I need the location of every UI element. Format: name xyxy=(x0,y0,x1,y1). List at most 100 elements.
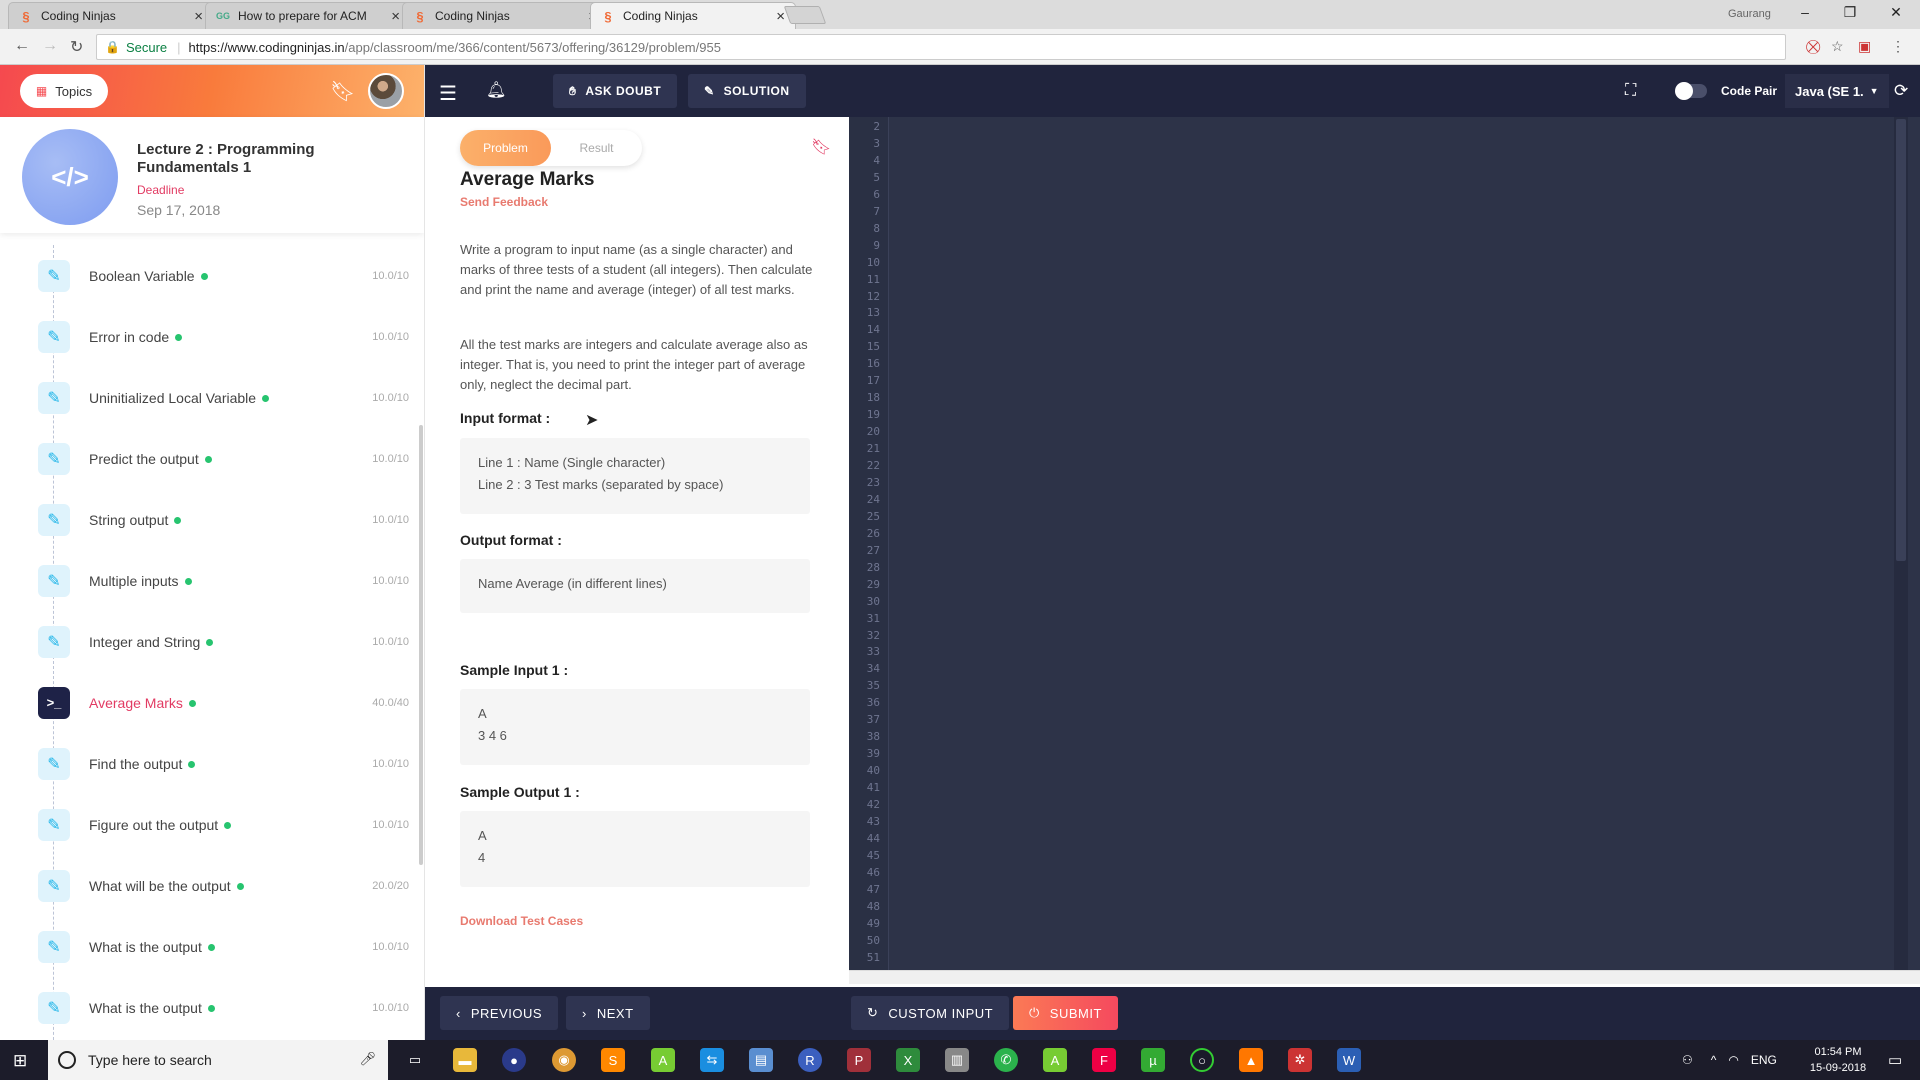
reset-icon[interactable]: ⟳ xyxy=(1894,65,1908,117)
excel-icon[interactable]: X xyxy=(896,1048,920,1072)
android-studio-icon[interactable]: A xyxy=(651,1048,675,1072)
url-field[interactable]: 🔒 Secure | https://www.codingninjas.in/a… xyxy=(96,34,1786,60)
app-icon[interactable]: ✲ xyxy=(1288,1048,1312,1072)
sidebar-problem-item[interactable]: ✎ Multiple inputs 10.0/10 xyxy=(0,550,424,611)
bell-icon[interactable]: 🔔︎ xyxy=(486,80,506,100)
tab-result[interactable]: Result xyxy=(551,130,642,166)
problem-list: ✎ Boolean Variable 10.0/10 ✎ Error in code 10… xyxy=(0,245,424,1040)
taskbar-search[interactable]: Type here to search 🎤︎ xyxy=(48,1040,388,1080)
microphone-icon[interactable]: 🎤︎ xyxy=(359,1051,376,1067)
wifi-icon[interactable]: ◠ xyxy=(1728,1053,1738,1067)
download-test-cases-link[interactable]: Download Test Cases xyxy=(460,914,583,928)
sidebar-problem-item[interactable]: ✎ Error in code 10.0/10 xyxy=(0,306,424,367)
restore-icon[interactable]: ❐ xyxy=(1835,4,1865,21)
chevron-up-icon[interactable]: ^ xyxy=(1711,1053,1717,1067)
close-icon[interactable]: × xyxy=(391,8,400,25)
browser-tab[interactable]: § Coding Ninjas × xyxy=(402,2,608,29)
solution-label: SOLUTION xyxy=(723,84,790,98)
utorrent-icon[interactable]: µ xyxy=(1141,1048,1165,1072)
bookmark-icon[interactable]: 🔖︎ xyxy=(330,79,355,104)
custom-input-button[interactable]: ↻ CUSTOM INPUT xyxy=(851,996,1010,1030)
next-button[interactable]: › NEXT xyxy=(566,996,650,1030)
previous-button[interactable]: ‹ PREVIOUS xyxy=(440,996,559,1030)
chrome-icon[interactable]: ◉ xyxy=(552,1048,576,1072)
pocket-icon[interactable]: ▣ xyxy=(1858,38,1871,55)
box-app-icon[interactable]: ▤ xyxy=(749,1048,773,1072)
language-select[interactable]: Java (SE 1. ▼ xyxy=(1785,65,1889,117)
sidebar-problem-item[interactable]: ✎ Integer and String 10.0/10 xyxy=(0,611,424,672)
extension-icon[interactable]: ⛒ xyxy=(1806,38,1820,55)
app-icon[interactable]: P xyxy=(847,1048,871,1072)
sidebar-problem-item[interactable]: >_ Average Marks 40.0/40 xyxy=(0,672,424,733)
fullscreen-icon[interactable]: ⛶ xyxy=(1625,65,1636,117)
task-view-icon[interactable]: ▭ xyxy=(403,1048,427,1072)
app-icon[interactable]: ○ xyxy=(1190,1048,1214,1072)
windows-start-icon[interactable]: ⊞ xyxy=(13,1051,27,1071)
menu-dots-icon[interactable]: ⋮ xyxy=(1891,38,1905,55)
close-icon[interactable]: × xyxy=(194,8,203,25)
browser-tab-active[interactable]: § Coding Ninjas × xyxy=(590,2,796,29)
star-icon[interactable]: ☆ xyxy=(1831,38,1844,55)
problem-name: Predict the output xyxy=(89,451,212,467)
tab-problem[interactable]: Problem xyxy=(460,130,551,166)
browser-tab[interactable]: § Coding Ninjas × xyxy=(8,2,214,29)
problem-type-icon: ✎ xyxy=(38,442,70,475)
topics-button[interactable]: ▦ Topics xyxy=(20,74,108,108)
whatsapp-icon[interactable]: ✆ xyxy=(994,1048,1018,1072)
word-icon[interactable]: W xyxy=(1337,1048,1361,1072)
file-explorer-icon[interactable]: ▬ xyxy=(453,1048,477,1072)
sidebar-problem-item[interactable]: ✎ String output 10.0/10 xyxy=(0,489,424,550)
line-number: 36 xyxy=(866,696,880,710)
people-icon[interactable]: ⚇ xyxy=(1682,1053,1693,1067)
line-number: 39 xyxy=(866,747,880,761)
date: 15-09-2018 xyxy=(1809,1062,1867,1074)
reload-icon[interactable]: ↻ xyxy=(70,37,83,57)
sidebar-scrollbar[interactable] xyxy=(419,425,423,865)
editor-horizontal-scrollbar[interactable] xyxy=(849,970,1920,984)
vlc-icon[interactable]: ▲ xyxy=(1239,1048,1263,1072)
solution-button[interactable]: ✎ SOLUTION xyxy=(688,74,806,108)
profile-name[interactable]: Gaurang xyxy=(1728,8,1771,20)
app-icon[interactable]: ▥ xyxy=(945,1048,969,1072)
close-icon[interactable]: × xyxy=(776,8,785,25)
sidebar-problem-item[interactable]: ✎ What is the output 10.0/10 xyxy=(0,916,424,977)
browser-tab[interactable]: GG How to prepare for ACM × xyxy=(205,2,411,29)
send-feedback-link[interactable]: Send Feedback xyxy=(460,195,548,209)
close-window-icon[interactable]: ✕ xyxy=(1881,4,1911,21)
android-icon[interactable]: A xyxy=(1043,1048,1067,1072)
ask-doubt-button[interactable]: ✋︎ ASK DOUBT xyxy=(553,74,678,108)
submit-button[interactable]: ⏻ SUBMIT xyxy=(1013,996,1118,1030)
sidebar-problem-item[interactable]: ✎ Boolean Variable 10.0/10 xyxy=(0,245,424,306)
sidebar-problem-item[interactable]: ✎ What is the output 10.0/10 xyxy=(0,977,424,1038)
bookmark-icon[interactable]: 🔖︎ xyxy=(811,137,831,157)
sidebar-problem-item[interactable]: ✎ Figure out the output 10.0/10 xyxy=(0,794,424,855)
minimize-icon[interactable]: – xyxy=(1790,4,1820,20)
sublime-icon[interactable]: S xyxy=(601,1048,625,1072)
sidebar-problem-item[interactable]: ✎ Uninitialized Local Variable 10.0/10 xyxy=(0,367,424,428)
sidebar-problem-item[interactable]: ✎ Predict the output 10.0/10 xyxy=(0,428,424,489)
problem-score: 10.0/10 xyxy=(372,940,409,953)
code-pair-toggle[interactable]: Code Pair xyxy=(1675,65,1777,117)
eclipse-icon[interactable]: ● xyxy=(502,1048,526,1072)
hamburger-menu-icon[interactable]: ☰ xyxy=(439,81,457,106)
sample-output-heading: Sample Output 1 : xyxy=(460,784,580,800)
figma-icon[interactable]: F xyxy=(1092,1048,1116,1072)
language-indicator[interactable]: ENG xyxy=(1751,1053,1777,1067)
editor-scrollbar-thumb[interactable] xyxy=(1896,119,1906,561)
forward-icon[interactable]: → xyxy=(42,37,58,55)
sidebar-problem-item[interactable]: ✎ Find the output 10.0/10 xyxy=(0,733,424,794)
avatar[interactable] xyxy=(368,73,404,109)
code-editor[interactable]: 2 3 4 5 6 7 8 9 10 11 12 13 14 15 16 17 18 19 20 21 22 23 24 25… xyxy=(849,117,1920,984)
toggle-switch[interactable] xyxy=(1675,82,1707,100)
line-number: 29 xyxy=(866,577,880,591)
chevron-down-icon: ▼ xyxy=(1869,86,1879,96)
completed-dot-icon xyxy=(174,517,182,525)
clock[interactable]: 01:54 PM 15-09-2018 xyxy=(1800,1044,1876,1076)
teamviewer-icon[interactable]: ⇆ xyxy=(700,1048,724,1072)
sidebar-problem-item[interactable]: ✎ What will be the output 20.0/20 xyxy=(0,855,424,916)
back-icon[interactable]: ← xyxy=(14,37,30,55)
r-icon[interactable]: R xyxy=(798,1048,822,1072)
notifications-icon[interactable]: ▭ xyxy=(1888,1040,1902,1080)
new-tab-button[interactable] xyxy=(783,6,827,24)
line-number: 20 xyxy=(866,425,880,439)
